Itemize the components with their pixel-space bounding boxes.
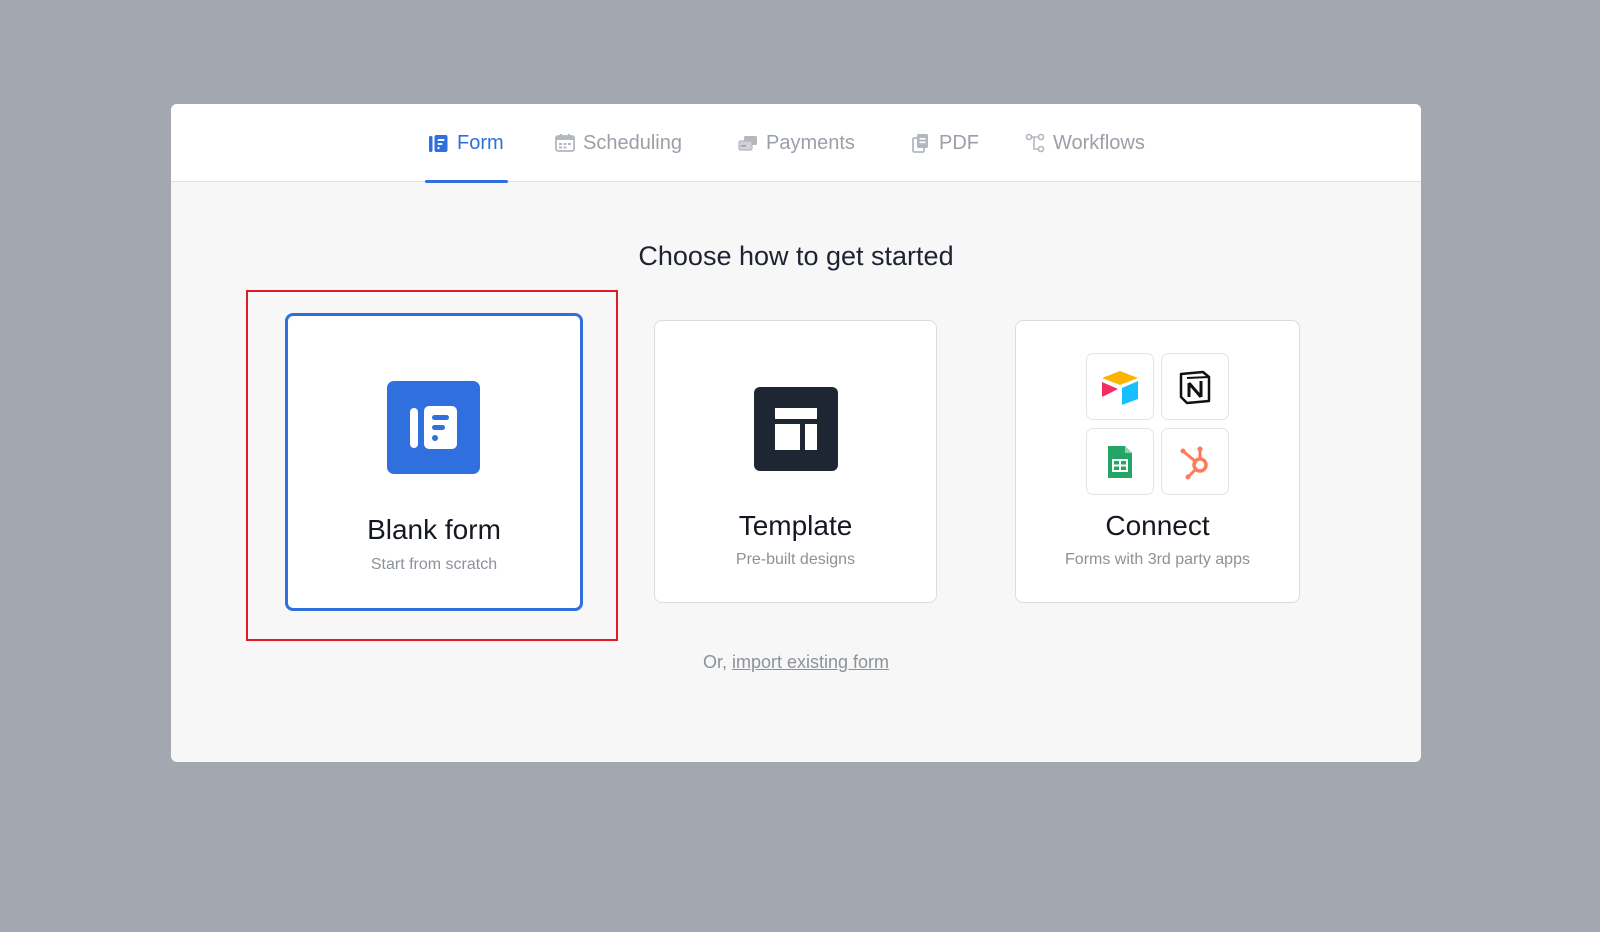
start-dialog: Form Scheduling Payments PDF Workflows C… — [171, 104, 1421, 762]
google-sheets-logo — [1086, 428, 1154, 495]
tab-scheduling[interactable]: Scheduling — [555, 104, 682, 182]
tab-form[interactable]: Form — [425, 104, 508, 183]
tab-payments-label: Payments — [766, 131, 855, 154]
connect-card[interactable]: Connect Forms with 3rd party apps — [1015, 320, 1300, 603]
blank-form-subtitle: Start from scratch — [370, 556, 498, 573]
import-existing-form-link[interactable]: import existing form — [732, 652, 889, 672]
tab-bar: Form Scheduling Payments PDF Workflows — [171, 104, 1421, 183]
notion-logo — [1161, 353, 1229, 420]
template-subtitle: Pre-built designs — [735, 551, 856, 568]
airtable-logo — [1086, 353, 1154, 420]
blank-form-icon — [387, 381, 480, 474]
import-prefix: Or, — [702, 652, 732, 672]
payments-icon — [738, 133, 758, 153]
template-title: Template — [738, 510, 853, 541]
tab-payments[interactable]: Payments — [738, 104, 855, 182]
import-row: Or, import existing form — [171, 652, 1421, 673]
tab-pdf-label: PDF — [939, 131, 979, 154]
form-icon — [429, 133, 449, 153]
hubspot-logo — [1161, 428, 1229, 495]
blank-form-title: Blank form — [367, 514, 501, 545]
blank-form-card[interactable]: Blank form Start from scratch — [285, 313, 583, 611]
workflows-icon — [1025, 133, 1045, 153]
connect-subtitle: Forms with 3rd party apps — [1065, 551, 1250, 568]
tab-workflows[interactable]: Workflows — [1025, 104, 1145, 182]
tab-pdf[interactable]: PDF — [911, 104, 979, 182]
connect-title: Connect — [1105, 510, 1210, 541]
tab-form-label: Form — [457, 131, 504, 154]
template-icon — [754, 387, 838, 471]
tab-scheduling-label: Scheduling — [583, 131, 682, 154]
template-card[interactable]: Template Pre-built designs — [654, 320, 937, 603]
page-heading: Choose how to get started — [638, 241, 954, 271]
calendar-icon — [555, 133, 575, 153]
tab-workflows-label: Workflows — [1053, 131, 1145, 154]
pdf-icon — [911, 133, 931, 153]
